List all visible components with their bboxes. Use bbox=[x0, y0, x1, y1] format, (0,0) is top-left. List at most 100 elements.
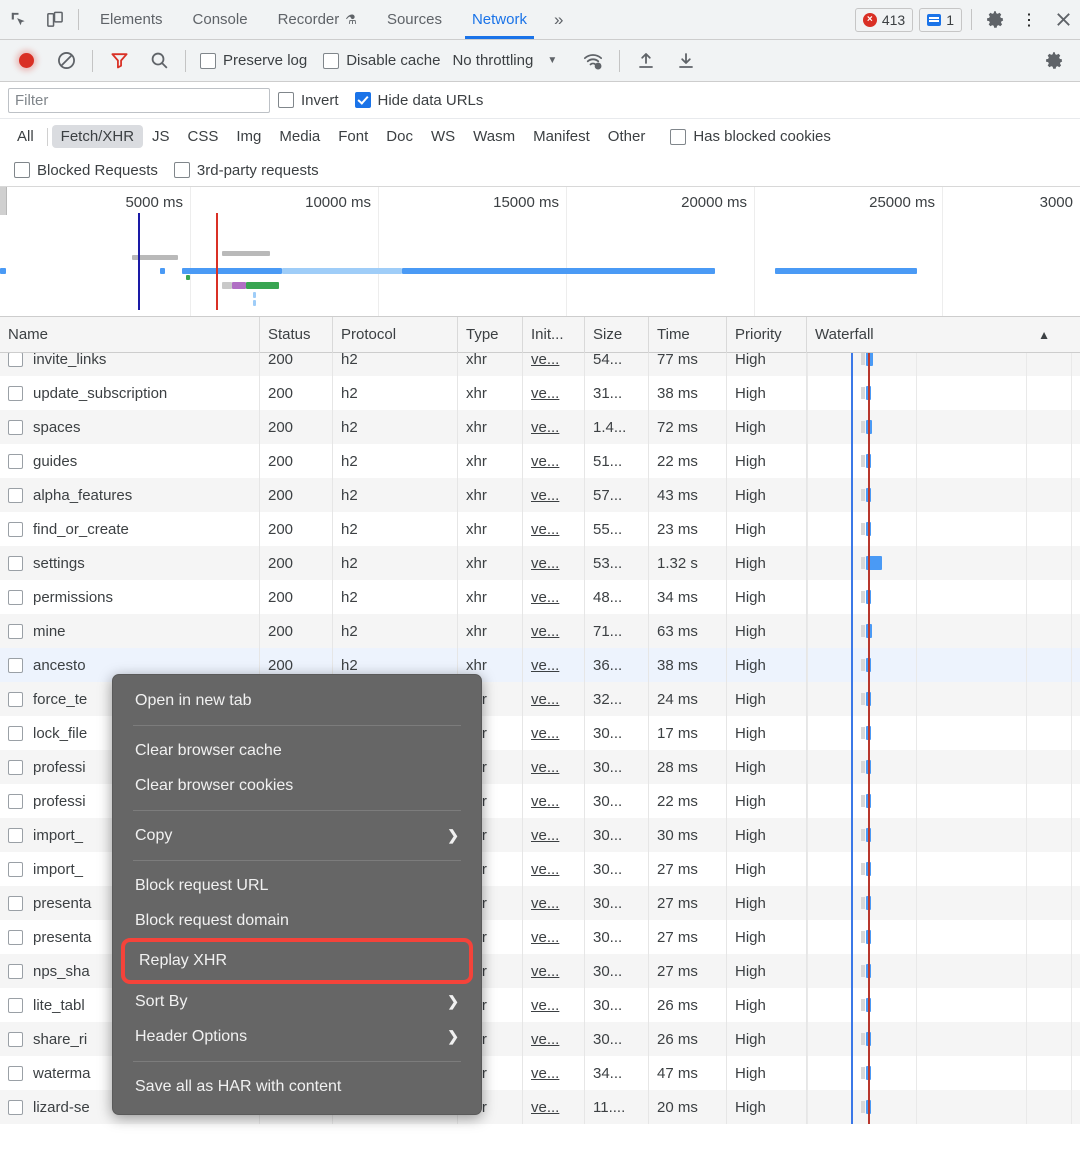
more-tabs-icon[interactable]: » bbox=[542, 0, 575, 39]
type-filter-doc[interactable]: Doc bbox=[377, 125, 422, 148]
menu-item-sort-by[interactable]: Sort By ❯ bbox=[113, 984, 481, 1019]
row-checkbox[interactable] bbox=[8, 1065, 23, 1081]
cell-initiator-label[interactable]: ve... bbox=[531, 725, 559, 742]
cell-initiator-label[interactable]: ve... bbox=[531, 997, 559, 1014]
request-name-cell[interactable]: find_or_create bbox=[0, 512, 260, 546]
type-filter-manifest[interactable]: Manifest bbox=[524, 125, 599, 148]
row-checkbox[interactable] bbox=[8, 725, 23, 741]
column-header-priority[interactable]: Priority bbox=[727, 317, 807, 353]
type-filter-css[interactable]: CSS bbox=[179, 125, 228, 148]
type-filter-media[interactable]: Media bbox=[270, 125, 329, 148]
request-name-cell[interactable]: guides bbox=[0, 444, 260, 478]
type-filter-ws[interactable]: WS bbox=[422, 125, 464, 148]
row-checkbox[interactable] bbox=[8, 589, 23, 605]
table-row[interactable]: alpha_features 200 h2 xhr ve... 57... 43 ms Hig… bbox=[0, 478, 1080, 512]
network-conditions-icon[interactable] bbox=[573, 40, 613, 82]
menu-item-copy[interactable]: Copy ❯ bbox=[113, 818, 481, 853]
invert-checkbox[interactable]: Invert bbox=[270, 92, 347, 109]
row-checkbox[interactable] bbox=[8, 487, 23, 503]
row-checkbox[interactable] bbox=[8, 759, 23, 775]
device-toolbar-icon[interactable] bbox=[36, 0, 72, 39]
type-filter-img[interactable]: Img bbox=[227, 125, 270, 148]
tab-recorder[interactable]: Recorder ⚗ bbox=[263, 0, 372, 39]
cell-initiator-label[interactable]: ve... bbox=[531, 623, 559, 640]
table-row[interactable]: invite_links 200 h2 xhr ve... 54... 77 ms High bbox=[0, 353, 1080, 376]
menu-item-open-in-new-tab[interactable]: Open in new tab bbox=[113, 683, 481, 718]
tab-network[interactable]: Network bbox=[457, 0, 542, 39]
tab-elements[interactable]: Elements bbox=[85, 0, 178, 39]
has-blocked-cookies-checkbox[interactable]: Has blocked cookies bbox=[662, 128, 839, 145]
more-options-icon[interactable]: ⋮ bbox=[1012, 0, 1046, 39]
row-checkbox[interactable] bbox=[8, 353, 23, 367]
preserve-log-checkbox[interactable]: Preserve log bbox=[192, 52, 315, 69]
cell-initiator-label[interactable]: ve... bbox=[531, 353, 559, 368]
cell-initiator-label[interactable]: ve... bbox=[531, 929, 559, 946]
blocked-requests-checkbox[interactable]: Blocked Requests bbox=[8, 162, 166, 179]
tab-console[interactable]: Console bbox=[178, 0, 263, 39]
cell-initiator-label[interactable]: ve... bbox=[531, 385, 559, 402]
menu-item-block-request-domain[interactable]: Block request domain bbox=[113, 903, 481, 938]
type-filter-js[interactable]: JS bbox=[143, 125, 179, 148]
tab-sources[interactable]: Sources bbox=[372, 0, 457, 39]
row-checkbox[interactable] bbox=[8, 623, 23, 639]
export-har-icon[interactable] bbox=[666, 40, 706, 82]
overview-left-handle[interactable] bbox=[0, 187, 7, 215]
throttling-select[interactable]: No throttling bbox=[448, 52, 533, 69]
type-filter-fetch-xhr[interactable]: Fetch/XHR bbox=[51, 125, 144, 148]
menu-item-clear-browser-cache[interactable]: Clear browser cache bbox=[113, 733, 481, 768]
cell-initiator-label[interactable]: ve... bbox=[531, 1099, 559, 1116]
cell-initiator-label[interactable]: ve... bbox=[531, 419, 559, 436]
menu-item-clear-browser-cookies[interactable]: Clear browser cookies bbox=[113, 768, 481, 803]
row-checkbox[interactable] bbox=[8, 555, 23, 571]
row-checkbox[interactable] bbox=[8, 1099, 23, 1115]
cell-initiator-label[interactable]: ve... bbox=[531, 1031, 559, 1048]
type-filter-other[interactable]: Other bbox=[599, 125, 655, 148]
cell-initiator-label[interactable]: ve... bbox=[531, 657, 559, 674]
request-name-cell[interactable]: permissions bbox=[0, 580, 260, 614]
table-row[interactable]: mine 200 h2 xhr ve... 71... 63 ms High bbox=[0, 614, 1080, 648]
cell-initiator-label[interactable]: ve... bbox=[531, 963, 559, 980]
type-filter-wasm[interactable]: Wasm bbox=[464, 125, 524, 148]
row-checkbox[interactable] bbox=[8, 861, 23, 877]
table-row[interactable]: update_subscription 200 h2 xhr ve... 31... 38 … bbox=[0, 376, 1080, 410]
error-count-badge[interactable]: × 413 bbox=[854, 8, 914, 32]
row-checkbox[interactable] bbox=[8, 453, 23, 469]
inspect-element-icon[interactable] bbox=[0, 0, 36, 39]
row-checkbox[interactable] bbox=[8, 1031, 23, 1047]
column-header-size[interactable]: Size bbox=[585, 317, 649, 353]
row-checkbox[interactable] bbox=[8, 419, 23, 435]
menu-item-replay-xhr[interactable]: Replay XHR bbox=[121, 938, 473, 984]
menu-item-save-all-as-har-with-content[interactable]: Save all as HAR with content bbox=[113, 1069, 481, 1104]
row-checkbox[interactable] bbox=[8, 793, 23, 809]
request-name-cell[interactable]: alpha_features bbox=[0, 478, 260, 512]
column-header-type[interactable]: Type bbox=[458, 317, 523, 353]
request-name-cell[interactable]: mine bbox=[0, 614, 260, 648]
request-name-cell[interactable]: settings bbox=[0, 546, 260, 580]
cell-initiator-label[interactable]: ve... bbox=[531, 555, 559, 572]
row-checkbox[interactable] bbox=[8, 929, 23, 945]
chevron-down-icon[interactable]: ▼ bbox=[533, 55, 573, 66]
table-row[interactable]: spaces 200 h2 xhr ve... 1.4... 72 ms High bbox=[0, 410, 1080, 444]
cell-initiator-label[interactable]: ve... bbox=[531, 521, 559, 538]
request-name-cell[interactable]: invite_links bbox=[0, 353, 260, 376]
row-checkbox[interactable] bbox=[8, 521, 23, 537]
menu-item-block-request-url[interactable]: Block request URL bbox=[113, 868, 481, 903]
column-header-init[interactable]: Init... bbox=[523, 317, 585, 353]
disable-cache-checkbox[interactable]: Disable cache bbox=[315, 52, 448, 69]
close-icon[interactable] bbox=[1046, 0, 1080, 39]
table-row[interactable]: find_or_create 200 h2 xhr ve... 55... 23 ms Hig… bbox=[0, 512, 1080, 546]
type-filter-font[interactable]: Font bbox=[329, 125, 377, 148]
row-checkbox[interactable] bbox=[8, 691, 23, 707]
cell-initiator-label[interactable]: ve... bbox=[531, 827, 559, 844]
third-party-requests-checkbox[interactable]: 3rd-party requests bbox=[166, 162, 327, 179]
hide-data-urls-checkbox[interactable]: Hide data URLs bbox=[347, 92, 492, 109]
network-overview-timeline[interactable]: 5000 ms 10000 ms 15000 ms 20000 ms 25000 ms 3… bbox=[0, 187, 1080, 317]
cell-initiator-label[interactable]: ve... bbox=[531, 589, 559, 606]
gear-icon[interactable] bbox=[978, 0, 1012, 39]
message-count-badge[interactable]: 1 bbox=[919, 8, 962, 32]
column-header-protocol[interactable]: Protocol bbox=[333, 317, 458, 353]
import-har-icon[interactable] bbox=[626, 40, 666, 82]
search-button[interactable] bbox=[139, 40, 179, 82]
type-filter-all[interactable]: All bbox=[8, 125, 43, 148]
cell-initiator-label[interactable]: ve... bbox=[531, 453, 559, 470]
